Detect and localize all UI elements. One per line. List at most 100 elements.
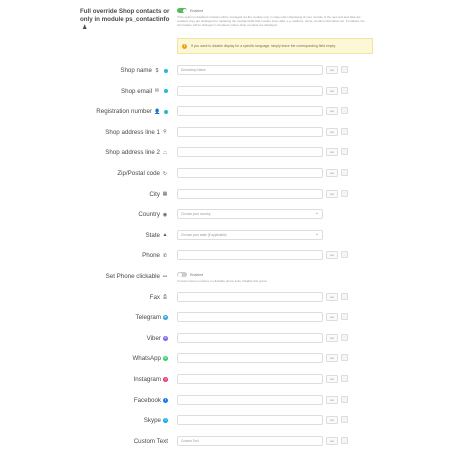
select-field[interactable]: Choose your country [177, 209, 323, 220]
language-button[interactable]: en [326, 86, 338, 95]
text-input[interactable] [177, 147, 323, 158]
field-label: Country ◉ [138, 211, 168, 218]
translate-checkbox[interactable] [341, 375, 348, 382]
field-icon: ▦ [162, 191, 168, 198]
field-label-text: State [145, 231, 160, 239]
language-button[interactable]: en [326, 375, 338, 383]
translate-checkbox[interactable] [341, 127, 348, 135]
language-button[interactable]: en [326, 313, 338, 322]
select-field[interactable]: Choose your state (if applicable) [177, 229, 323, 240]
text-input[interactable] [177, 332, 323, 343]
toggle-switch[interactable] [177, 272, 187, 277]
text-input[interactable] [177, 374, 323, 384]
language-button[interactable]: en [326, 436, 338, 445]
field-label: Telegram ➤ [136, 314, 168, 321]
field-label: Registration number 👤 [96, 108, 168, 115]
field-label-text: Shop email [121, 87, 152, 95]
field-row-shop-address-line-2: Shop address line 2 ⛬ en [0, 147, 452, 161]
multilang-dot-icon [164, 89, 168, 94]
translate-checkbox[interactable] [341, 169, 348, 176]
language-button[interactable]: en [326, 292, 338, 301]
field-label-text: Shop name [120, 67, 152, 74]
field-label: Instagram ◎ [133, 376, 168, 383]
language-button[interactable]: en [326, 251, 338, 260]
translate-checkbox[interactable] [341, 66, 348, 73]
field-icon: ✆ [163, 356, 168, 362]
text-input[interactable] [177, 188, 323, 199]
language-button[interactable]: en [326, 66, 338, 74]
override-toggle[interactable]: Enabled [177, 8, 203, 13]
translate-checkbox[interactable] [341, 333, 348, 341]
text-input[interactable] [177, 106, 323, 117]
toggle-switch[interactable] [177, 8, 187, 13]
field-label-text: Telegram [135, 314, 161, 322]
translate-checkbox[interactable] [341, 107, 348, 115]
translate-checkbox[interactable] [341, 354, 348, 362]
text-input[interactable] [177, 394, 323, 405]
field-row-set-phone-clickable: Set Phone clickable ⚯ Enabled Convert phone… [0, 271, 452, 285]
field-label: Shop address line 2 ⛬ [105, 149, 168, 156]
field-label-text: Zip/Postal code [117, 170, 160, 177]
language-button[interactable]: en [326, 169, 338, 177]
alert-text: If you want to disable display for a spe… [191, 44, 336, 48]
language-button[interactable]: en [326, 416, 338, 425]
field-label-text: Shop address line 1 [105, 128, 160, 136]
field-icon: ◎ [163, 377, 168, 382]
field-icon: ↻ [162, 170, 168, 177]
translate-checkbox[interactable] [341, 86, 348, 94]
field-label: Skype S [144, 417, 168, 424]
toggle-text: Enabled [190, 8, 204, 13]
language-button[interactable]: en [326, 333, 338, 342]
text-input[interactable]: Custom Text [177, 435, 323, 446]
field-label: Shop address line 1 ⚲ [105, 129, 168, 136]
translate-checkbox[interactable] [341, 189, 348, 197]
translate-checkbox[interactable] [341, 313, 348, 321]
text-input[interactable] [177, 168, 323, 178]
field-row-registration-number: Registration number 👤 en [0, 106, 452, 120]
field-icon: ⚯ [162, 273, 168, 280]
text-input[interactable] [177, 250, 323, 261]
field-row-state: State ▲ Choose your state (if applicable) [0, 229, 452, 244]
field-row-country: Country ◉ Choose your country [0, 209, 452, 223]
text-input[interactable] [177, 291, 323, 302]
field-label: WhatsApp ✆ [132, 355, 168, 362]
field-icon: ✆ [163, 335, 168, 341]
field-label: Fax ⎙ [150, 294, 168, 301]
field-row-phone: Phone ✆ en [0, 250, 452, 264]
warning-icon: ! [182, 43, 187, 49]
field-label-text: Set Phone clickable [105, 273, 160, 280]
field-icon: $ [155, 67, 159, 74]
multilang-dot-icon [164, 109, 168, 114]
language-button[interactable]: en [326, 354, 338, 363]
translate-checkbox[interactable] [341, 436, 348, 444]
language-button[interactable]: en [326, 148, 338, 157]
translate-checkbox[interactable] [341, 416, 348, 424]
field-label-text: WhatsApp [132, 355, 161, 363]
translate-checkbox[interactable] [341, 292, 348, 300]
text-input[interactable] [177, 353, 323, 364]
field-icon: ⛬ [163, 149, 167, 156]
translate-checkbox[interactable] [341, 251, 348, 259]
field-label: Set Phone clickable ⚯ [106, 273, 168, 280]
phone-clickable-toggle[interactable]: Enabled [177, 272, 203, 277]
field-icon: ✆ [162, 252, 168, 259]
field-row-zip-postal-code: Zip/Postal code ↻ en [0, 168, 452, 182]
text-input[interactable] [177, 85, 323, 96]
text-input[interactable] [177, 415, 323, 426]
language-button[interactable]: en [326, 189, 338, 198]
field-row-shop-address-line-1: Shop address line 1 ⚲ en [0, 126, 452, 141]
field-icon: ▲ [162, 232, 168, 239]
language-button[interactable]: en [326, 107, 338, 116]
translate-checkbox[interactable] [341, 395, 348, 403]
translate-checkbox[interactable] [341, 148, 348, 156]
field-label: City ▦ [149, 191, 168, 198]
language-button[interactable]: en [326, 395, 338, 404]
field-label: Zip/Postal code ↻ [117, 170, 168, 177]
language-button[interactable]: en [326, 127, 338, 136]
field-row-shop-email: Shop email ✉ en [0, 85, 452, 100]
text-input[interactable]: Demoshop Name [177, 65, 323, 75]
text-input[interactable] [177, 312, 323, 323]
text-input[interactable] [177, 126, 323, 137]
override-help: If the option is disabled contacts will … [177, 15, 365, 27]
toggle-text: Enabled [190, 272, 204, 277]
